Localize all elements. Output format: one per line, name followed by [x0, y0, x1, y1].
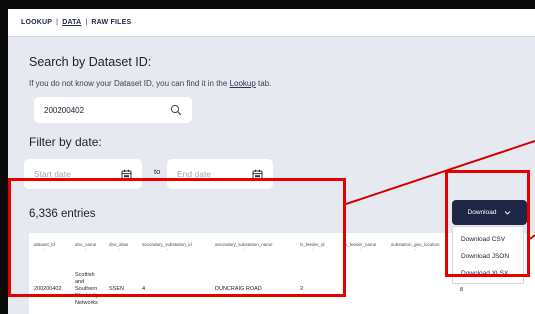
column-header-label: secondary_substation_id: [142, 242, 192, 247]
column-header-dno-name[interactable]: dno_name ⌃: [75, 242, 96, 253]
end-date-placeholder: End date: [177, 169, 212, 179]
filter-heading: Filter by date:: [29, 135, 102, 149]
tab-bar: LOOKUP | DATA | RAW FILES: [8, 9, 535, 37]
tab-lookup[interactable]: LOOKUP: [21, 19, 52, 26]
download-xlsx-option[interactable]: Download XLSX: [453, 265, 523, 282]
sort-icon[interactable]: ⌃: [391, 248, 440, 253]
sort-icon[interactable]: ⌃: [142, 248, 192, 253]
end-date-field[interactable]: End date: [167, 159, 273, 189]
download-csv-option[interactable]: Download CSV: [453, 231, 523, 248]
column-header-label: lv_feeder_id: [300, 242, 325, 247]
download-menu: Download CSV Download JSON Download XLSX: [452, 226, 524, 284]
sort-icon[interactable]: ⌃: [109, 248, 128, 253]
cell-trailing-value: 8: [460, 287, 464, 293]
cell-dno-alias: SSEN: [109, 286, 124, 292]
download-json-option[interactable]: Download JSON: [453, 248, 523, 265]
search-heading: Search by Dataset ID:: [29, 55, 152, 69]
cell-secondary-substation-name: DUNCRAIG ROAD: [215, 286, 262, 292]
column-header-label: dno_alias: [109, 242, 129, 247]
column-header-label: lv_feeder_name: [344, 242, 377, 247]
column-header-lv-feeder-id[interactable]: lv_feeder_id ⌃: [300, 242, 325, 253]
column-header-label: secondary_substation_name: [215, 242, 273, 247]
sort-icon[interactable]: ⌃: [75, 248, 96, 253]
column-header-lv-feeder-name[interactable]: lv_feeder_name ⌃: [344, 242, 376, 253]
sort-icon[interactable]: ⌃: [344, 248, 376, 253]
cell-lv-feeder-id: 2: [300, 286, 304, 292]
sort-icon[interactable]: ⌃: [300, 248, 325, 253]
screen-frame-left: [0, 0, 8, 314]
column-header-dno-alias[interactable]: dno_alias ⌃: [109, 242, 128, 253]
tab-raw-files[interactable]: RAW FILES: [91, 19, 131, 26]
screen-frame-top: [8, 0, 535, 9]
start-date-placeholder: Start date: [34, 169, 71, 179]
data-panel: LOOKUP | DATA | RAW FILES Search by Data…: [8, 9, 535, 314]
chevron-down-icon: [505, 211, 511, 215]
column-header-secondary-substation-name[interactable]: secondary_substation_name ⌃: [215, 242, 273, 253]
entries-count: 6,336 entries: [29, 208, 96, 220]
start-date-field[interactable]: Start date: [24, 159, 142, 189]
sort-icon[interactable]: ⌃: [215, 248, 273, 253]
cell-dno-name: Scottish and Southern Electricity Networ…: [75, 272, 99, 306]
column-header-label: substation_geo_location: [391, 242, 440, 247]
download-button-label: Download: [467, 209, 497, 216]
lookup-link[interactable]: Lookup: [230, 79, 256, 88]
cell-dataset-id: 200200402: [34, 286, 62, 292]
calendar-icon[interactable]: [252, 169, 263, 180]
dataset-id-search: [34, 97, 192, 123]
cell-secondary-substation-id: 4: [142, 286, 146, 292]
calendar-icon[interactable]: [121, 169, 132, 180]
download-button[interactable]: Download: [452, 200, 527, 225]
column-header-dataset-id[interactable]: dataset_id ⌃: [34, 242, 55, 253]
tab-data[interactable]: DATA: [62, 19, 81, 26]
search-icon[interactable]: [170, 104, 182, 116]
column-header-label: dno_name: [75, 242, 97, 247]
dataset-id-input[interactable]: [44, 105, 164, 115]
column-header-secondary-substation-id[interactable]: secondary_substation_id ⌃: [142, 242, 192, 253]
tab-separator: |: [56, 19, 59, 26]
column-header-label: dataset_id: [34, 242, 55, 247]
tab-separator: |: [85, 19, 88, 26]
help-suffix: tab.: [255, 79, 272, 88]
sort-icon[interactable]: ⌃: [34, 248, 55, 253]
help-prefix: If you do not know your Dataset ID, you …: [29, 79, 230, 88]
search-help-text: If you do not know your Dataset ID, you …: [29, 79, 271, 88]
date-range-to-label: to: [154, 167, 161, 176]
column-header-substation-geo-location[interactable]: substation_geo_location ⌃: [391, 242, 440, 253]
